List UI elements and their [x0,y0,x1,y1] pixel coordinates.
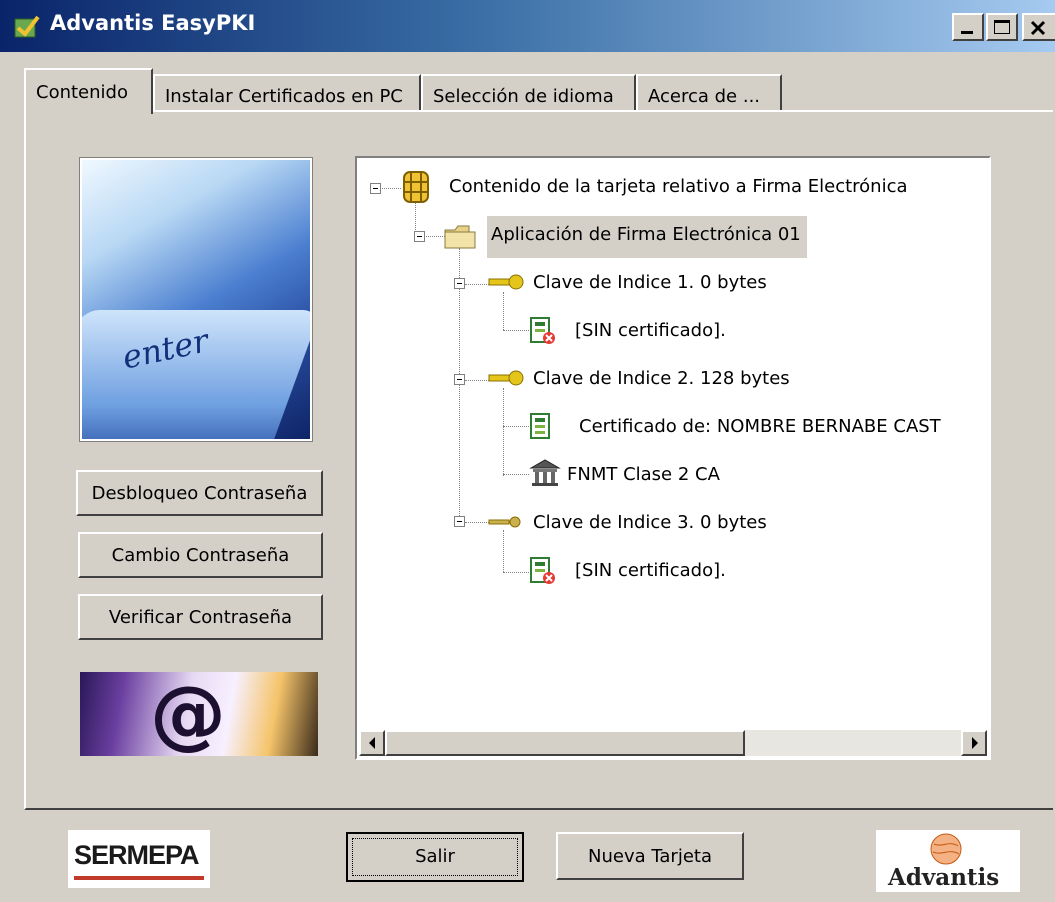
tab-instalar-certificados[interactable]: Instalar Certificados en PC [153,74,421,112]
tab-contenido[interactable]: Contenido [24,68,153,114]
tab-acerca-de[interactable]: Acerca de ... [636,74,782,112]
tree-expander[interactable] [370,183,381,194]
tab-seleccion-idioma[interactable]: Selección de idioma [421,74,636,112]
tree-connector [503,330,529,331]
sermepa-logo-band [74,876,204,880]
keyboard-enter-image: enter [79,157,313,442]
smartcard-chip-icon [403,171,429,203]
key-icon [488,274,524,290]
tree-connector [503,572,529,573]
key-icon [488,516,521,528]
window-title: Advantis EasyPKI [50,11,256,35]
close-button[interactable] [1022,13,1055,41]
tree-connector [503,530,504,572]
tree-node-key-3-certificate[interactable]: [SIN certificado]. [575,560,726,581]
tree-node-key-1[interactable]: Clave de Indice 1. 0 bytes [533,272,767,293]
exit-button[interactable]: Salir [346,832,524,882]
minimize-button[interactable] [952,13,984,41]
card-contents-tree[interactable]: Contenido de la tarjeta relativo a Firma… [355,156,991,760]
tree-connector [503,388,504,476]
scroll-right-button[interactable] [961,730,987,756]
app-window: Advantis EasyPKI Contenido Instalar Cert… [0,0,1055,902]
certificate-missing-icon [530,317,555,344]
tree-expander[interactable] [454,278,465,289]
tree-expander[interactable] [454,374,465,385]
tree-connector [503,474,529,475]
close-icon [1030,20,1046,36]
tree-node-application[interactable]: Aplicación de Firma Electrónica 01 [487,216,807,258]
certificate-authority-icon [529,459,561,486]
app-icon [14,15,40,38]
email-banner-image: @ [80,672,318,756]
advantis-logo: Advantis [876,830,1020,892]
scroll-thumb[interactable] [385,730,745,756]
tree-node-root[interactable]: Contenido de la tarjeta relativo a Firma… [449,176,908,197]
tree-node-key-3[interactable]: Clave de Indice 3. 0 bytes [533,512,767,533]
change-password-button[interactable]: Cambio Contraseña [78,532,323,578]
maximize-icon [994,20,1010,34]
minimize-icon [961,31,973,34]
key-icon [488,370,524,386]
tree-expander[interactable] [454,516,465,527]
arrow-right-icon [972,737,978,749]
sermepa-logo: SERMEPA [68,830,210,888]
tree-horizontal-scrollbar[interactable] [359,730,987,756]
maximize-button[interactable] [986,13,1018,41]
scroll-left-button[interactable] [359,730,385,756]
tree-node-key-2-ca[interactable]: FNMT Clase 2 CA [567,464,720,485]
new-card-button[interactable]: Nueva Tarjeta [556,832,744,880]
arrow-left-icon [369,737,375,749]
certificate-icon [530,413,550,439]
at-symbol: @ [150,672,226,756]
unlock-password-button[interactable]: Desbloqueo Contraseña [76,470,323,516]
tree-node-key-2-certificate[interactable]: Certificado de: NOMBRE BERNABE CAST [579,416,941,437]
tree-expander[interactable] [414,231,425,242]
advantis-logo-text: Advantis [888,864,1000,891]
folder-icon [444,225,476,249]
certificate-missing-icon [530,557,555,584]
tree-node-key-1-certificate[interactable]: [SIN certificado]. [575,320,726,341]
tree-connector [503,426,529,427]
tree-connector [503,292,504,330]
advantis-sphere-icon [930,833,962,865]
tree-node-key-2[interactable]: Clave de Indice 2. 128 bytes [533,368,790,389]
verify-password-button[interactable]: Verificar Contraseña [78,594,323,640]
exit-button-label: Salir [415,846,455,867]
title-bar: Advantis EasyPKI [0,0,1055,52]
sermepa-logo-text: SERMEPA [74,840,200,870]
